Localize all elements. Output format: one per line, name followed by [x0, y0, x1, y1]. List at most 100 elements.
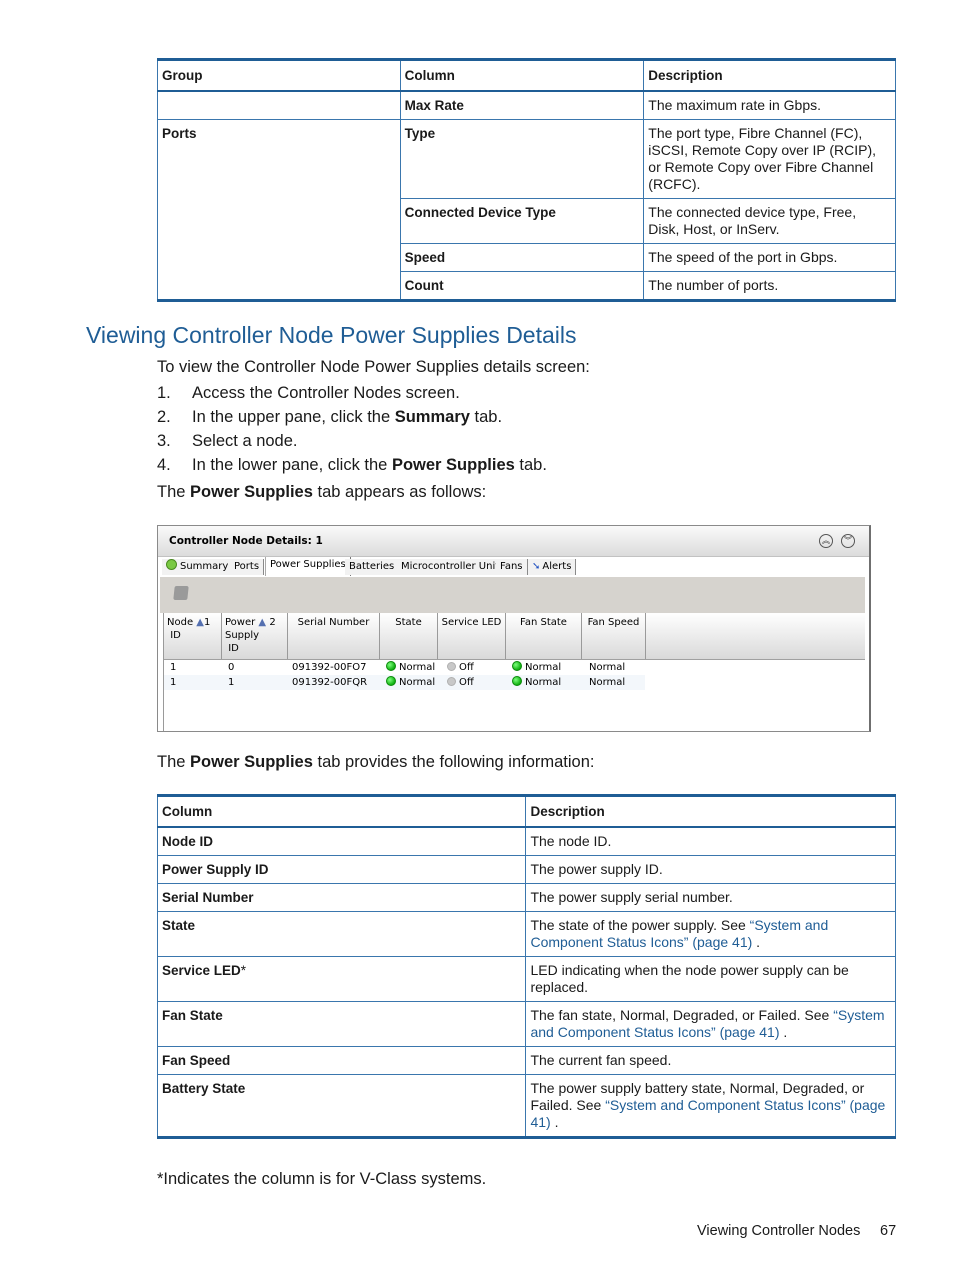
step-number: 1.	[157, 384, 171, 402]
step-2: 2. In the upper pane, click the Summary t…	[157, 408, 502, 427]
tab-bar: Summary Ports Power Supplies Batteries M…	[162, 557, 869, 577]
column-header-power-supply-id[interactable]: Power ▲ 2 Supply ID	[222, 613, 288, 659]
table-row: Max Rate The maximum rate in Gbps.	[157, 90, 896, 120]
header-text: Node	[167, 617, 194, 628]
description-cell: The port type, Fibre Channel (FC), iSCSI…	[643, 119, 896, 199]
column-cell: Speed	[399, 243, 645, 272]
column-cell: Type	[399, 119, 645, 199]
tab-label: Ports	[234, 561, 260, 572]
section-heading: Viewing Controller Node Power Supplies D…	[86, 322, 577, 348]
step-text: In the lower pane, click the	[192, 456, 392, 474]
fan-state-text: Normal	[525, 662, 562, 673]
sort-ascending-icon: ▲	[258, 617, 267, 628]
description-text: The fan state, Normal, Degraded, or Fail…	[530, 1007, 834, 1023]
status-normal-icon	[386, 661, 396, 671]
text: tab appears as follows:	[312, 483, 487, 501]
description-cell: The number of ports.	[643, 271, 896, 301]
double-chevron-down-icon[interactable]: ︾	[841, 534, 855, 548]
column-cell: Count	[399, 271, 645, 301]
tab-power-supplies[interactable]: Power Supplies	[265, 557, 351, 576]
status-off-icon	[447, 677, 456, 686]
column-header-fan-state[interactable]: Fan State	[506, 613, 582, 659]
tab-label: Alerts	[542, 561, 572, 572]
column-header-node-id[interactable]: Node ▲1 ID	[164, 613, 222, 659]
column-cell: Power Supply ID	[156, 855, 527, 884]
state-cell: Normal	[386, 675, 435, 690]
ps-id-cell: 1	[228, 677, 235, 688]
tab-batteries[interactable]: Batteries	[345, 559, 400, 575]
panel-titlebar: Controller Node Details: 1 ︽ ︾	[158, 526, 869, 557]
tab-label: Batteries	[349, 561, 395, 572]
power-supplies-grid: Node ▲1 ID Power ▲ 2 Supply ID Serial Num…	[163, 613, 865, 731]
column-cell: Service LED*	[156, 956, 527, 1002]
table-header-row: Column Description	[156, 795, 896, 828]
column-header-state[interactable]: State	[380, 613, 438, 659]
service-led-text: Off	[459, 662, 474, 673]
step-number: 2.	[157, 408, 171, 426]
tab-microcontroller-unit[interactable]: Microcontroller Unit	[397, 559, 505, 575]
service-led-text: Off	[459, 677, 474, 688]
status-off-icon	[447, 662, 456, 671]
table-row: State The state of the power supply. See…	[156, 911, 896, 957]
grid-row[interactable]: 1 1 091392-00FQR Normal Off Normal Norma…	[164, 675, 645, 690]
tab-summary[interactable]: Summary	[162, 559, 234, 575]
tab-fans[interactable]: Fans	[496, 559, 528, 575]
status-normal-icon	[512, 661, 522, 671]
column-cell: State	[156, 911, 527, 957]
ports-columns-table: Group Column Description Max Rate The ma…	[157, 58, 896, 302]
column-cell: Serial Number	[156, 883, 527, 912]
tab-ports[interactable]: Ports	[230, 559, 265, 575]
fan-state-cell: Normal	[512, 660, 561, 675]
service-led-cell: Off	[447, 660, 474, 675]
column-header-service-led[interactable]: Service LED	[438, 613, 506, 659]
group-cell	[157, 90, 401, 120]
step-4: 4. In the lower pane, click the Power Sup…	[157, 456, 547, 475]
header-text: Power	[225, 617, 256, 628]
sort-order: 1	[204, 617, 211, 628]
ps-id-cell: 0	[228, 662, 235, 673]
alert-arrow-icon: ➘	[532, 561, 541, 572]
fan-speed-cell: Normal	[589, 677, 626, 688]
double-chevron-up-icon[interactable]: ︽	[819, 534, 833, 548]
header-group: Group	[157, 59, 401, 92]
fan-speed-cell: Normal	[589, 662, 626, 673]
column-cell: Fan State	[156, 1001, 527, 1047]
step-number: 3.	[157, 432, 171, 450]
column-cell: Fan Speed	[156, 1046, 527, 1075]
state-text: Normal	[399, 677, 436, 688]
step-text: Select a node.	[192, 432, 298, 450]
provides-text: The Power Supplies tab provides the foll…	[157, 753, 594, 772]
column-header-fan-speed[interactable]: Fan Speed	[582, 613, 646, 659]
step-text-end: tab.	[514, 456, 547, 474]
controller-node-details-panel: Controller Node Details: 1 ︽ ︾ Summary P…	[157, 525, 871, 732]
table-row: Service LED* LED indicating when the nod…	[156, 956, 896, 1002]
table-row: Power Supply ID The power supply ID.	[156, 855, 896, 884]
sort-order: 2	[269, 617, 276, 628]
description-text-end: .	[779, 1024, 788, 1040]
description-cell: The maximum rate in Gbps.	[643, 90, 896, 120]
status-normal-icon	[386, 676, 396, 686]
step-1: 1. Access the Controller Nodes screen.	[157, 384, 460, 403]
column-header-serial-number[interactable]: Serial Number	[288, 613, 380, 659]
description-cell: The connected device type, Free, Disk, H…	[643, 198, 896, 244]
description-cell: The node ID.	[525, 826, 896, 856]
export-icon[interactable]	[173, 586, 189, 600]
fan-state-text: Normal	[525, 677, 562, 688]
description-cell: The power supply battery state, Normal, …	[525, 1074, 896, 1138]
table-row: Ports Type The port type, Fibre Channel …	[157, 119, 896, 301]
header-text: Supply	[225, 630, 260, 641]
tab-alerts[interactable]: ➘ Alerts	[528, 559, 577, 575]
grid-header: Node ▲1 ID Power ▲ 2 Supply ID Serial Num…	[164, 613, 865, 660]
header-text: ID	[170, 630, 181, 641]
bold-text: Power Supplies	[190, 753, 313, 771]
panel-title: Controller Node Details: 1	[169, 535, 323, 547]
toolbar	[160, 577, 865, 613]
status-normal-icon	[512, 676, 522, 686]
text: The	[157, 483, 191, 501]
step-3: 3. Select a node.	[157, 432, 298, 451]
serial-cell: 091392-00FQR	[292, 677, 368, 688]
table-row: Fan State The fan state, Normal, Degrade…	[156, 1001, 896, 1047]
text: The	[157, 753, 191, 771]
table-header-row: Group Column Description	[157, 59, 896, 92]
header-text: ID	[228, 643, 239, 654]
